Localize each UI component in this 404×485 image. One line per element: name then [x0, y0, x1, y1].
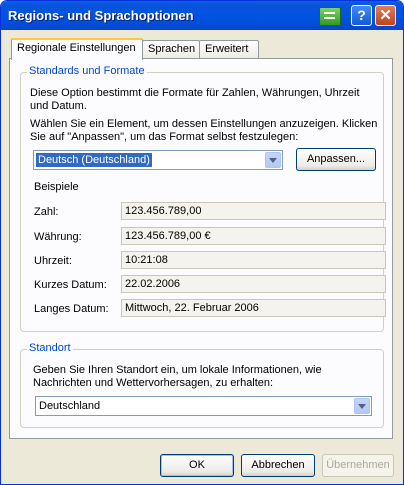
tab-regional-settings[interactable]: Regionale Einstellungen: [11, 38, 143, 60]
example-label-time: Uhrzeit:: [34, 255, 72, 267]
standards-instruction: Wählen Sie ein Element, um dessen Einste…: [30, 118, 378, 143]
close-button[interactable]: ✕: [375, 5, 396, 26]
locale-format-value: Deutsch (Deutschland): [36, 153, 152, 167]
title-bar[interactable]: Regions- und Sprachoptionen ? ✕: [1, 1, 403, 30]
example-value-long-date: Mittwoch, 22. Februar 2006: [121, 299, 386, 317]
chevron-down-icon[interactable]: [354, 398, 370, 414]
tab-panel: Standards und Formate Diese Option besti…: [9, 58, 393, 439]
cancel-button[interactable]: Abbrechen: [241, 454, 315, 477]
customize-button[interactable]: Anpassen...: [296, 148, 376, 171]
location-value: Deutschland: [39, 400, 101, 412]
apply-button[interactable]: Übernehmen: [322, 454, 394, 477]
example-label-short-date: Kurzes Datum:: [34, 279, 107, 291]
location-group-title: Standort: [27, 342, 73, 354]
example-value-number: 123.456.789,00: [121, 202, 386, 220]
dialog-window: Regions- und Sprachoptionen ? ✕ Regional…: [0, 0, 404, 485]
example-label-long-date: Langes Datum:: [34, 303, 109, 315]
standards-description: Diese Option bestimmt die Formate für Za…: [30, 87, 360, 112]
example-value-currency: 123.456.789,00 €: [121, 227, 386, 245]
example-value-short-date: 22.02.2006: [121, 275, 386, 293]
language-bar-icon[interactable]: [319, 7, 341, 26]
standards-group-title: Standards und Formate: [27, 65, 147, 77]
example-value-time: 10:21:08: [121, 251, 386, 269]
example-label-number: Zahl:: [34, 206, 59, 218]
tab-languages[interactable]: Sprachen: [142, 40, 200, 58]
location-description: Geben Sie Ihren Standort ein, um lokale …: [33, 364, 322, 389]
ok-button[interactable]: OK: [160, 454, 234, 477]
window-title: Regions- und Sprachoptionen: [8, 8, 194, 23]
tab-advanced[interactable]: Erweitert: [199, 40, 259, 58]
examples-label: Beispiele: [34, 181, 79, 193]
example-label-currency: Währung:: [34, 231, 82, 243]
help-button[interactable]: ?: [351, 5, 372, 26]
chevron-down-icon[interactable]: [265, 152, 281, 168]
standards-group: Standards und Formate Diese Option besti…: [20, 65, 386, 332]
locale-format-select[interactable]: Deutsch (Deutschland): [33, 150, 283, 170]
location-group: Standort Geben Sie Ihren Standort ein, u…: [20, 342, 384, 428]
location-select[interactable]: Deutschland: [35, 396, 372, 416]
